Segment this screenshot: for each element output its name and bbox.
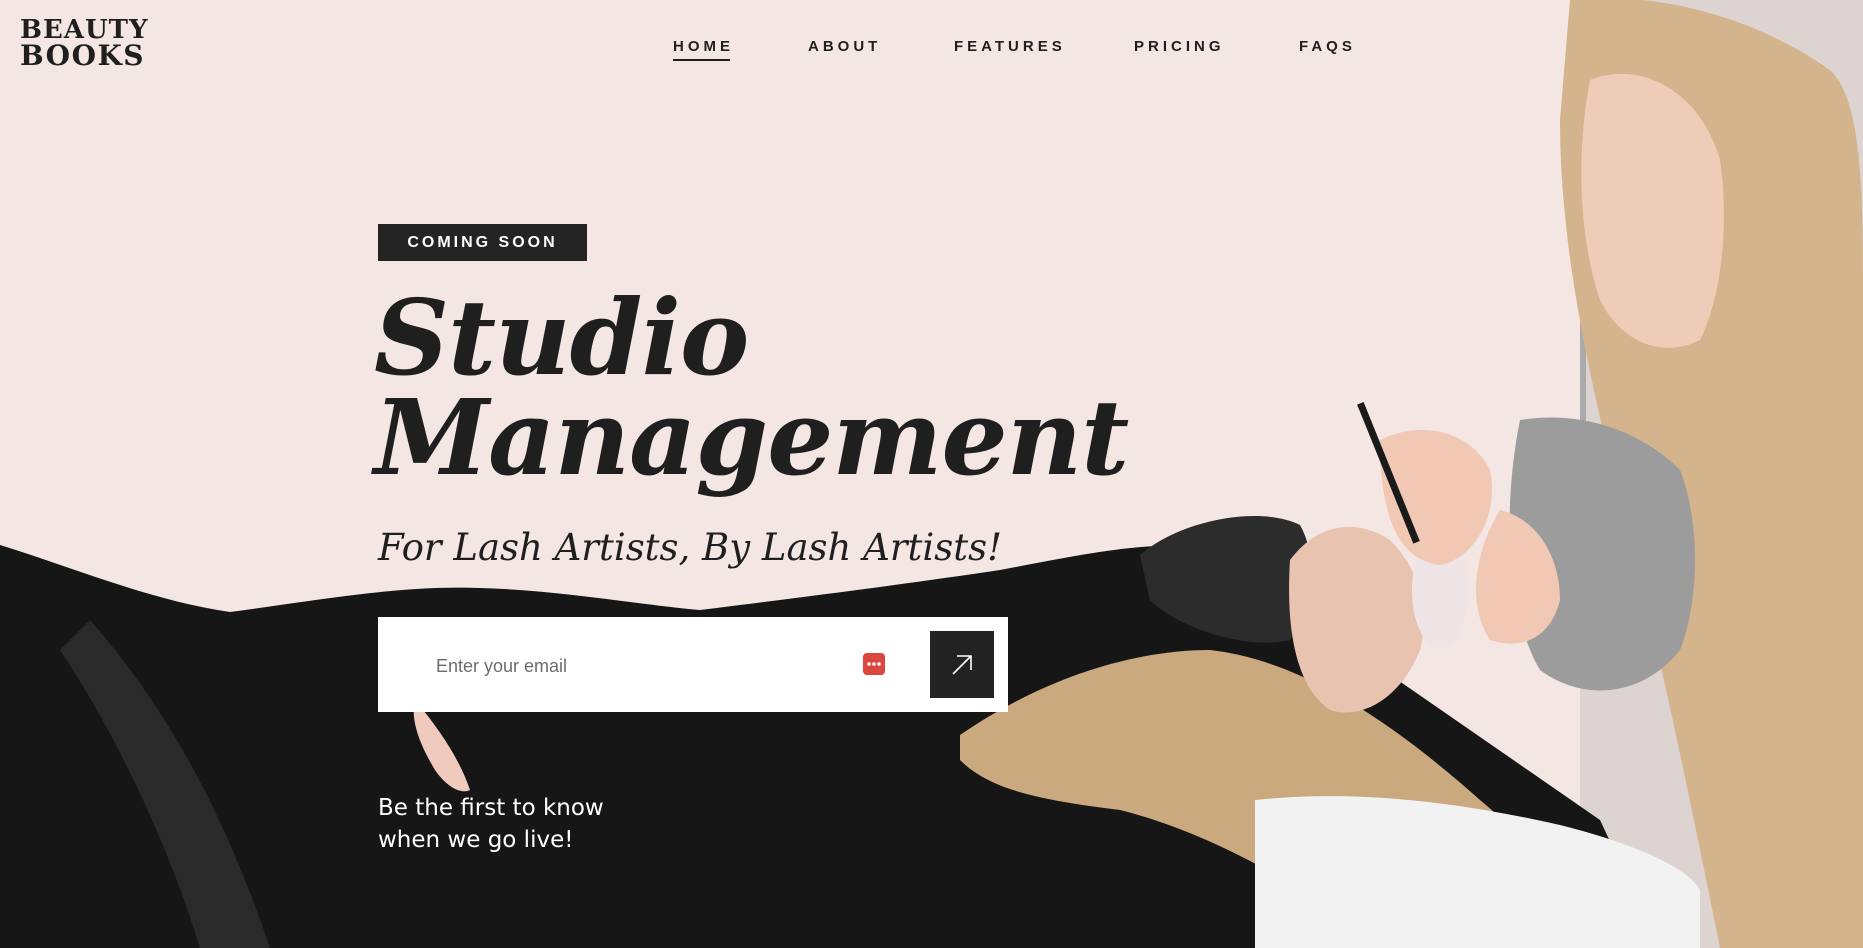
nav-link-home[interactable]: HOME [673,38,734,61]
nav-link-pricing[interactable]: PRICING [1134,38,1225,55]
email-input[interactable] [434,647,818,685]
coming-soon-badge: COMING SOON [378,224,587,261]
arrow-up-right-icon [952,654,972,675]
hero-title-line2: Management [374,376,1129,499]
hero-title: Studio Management [374,276,1129,499]
main-nav: HOME ABOUT FEATURES PRICING FAQS [0,38,1863,68]
email-signup-form [378,617,1008,712]
submit-email-button[interactable] [930,631,994,698]
launch-note-line2: when we go live! [378,827,574,853]
password-manager-icon[interactable] [863,653,885,675]
launch-note-line1: Be the first to know [378,795,604,821]
hero-title-line1: Studio [374,276,749,399]
launch-note: Be the first to know when we go live! [378,792,604,856]
nav-link-features[interactable]: FEATURES [954,38,1066,55]
nav-link-about[interactable]: ABOUT [808,38,881,55]
nav-link-faqs[interactable]: FAQS [1299,38,1356,55]
hero-subtitle: For Lash Artists, By Lash Artists! [378,526,1002,569]
